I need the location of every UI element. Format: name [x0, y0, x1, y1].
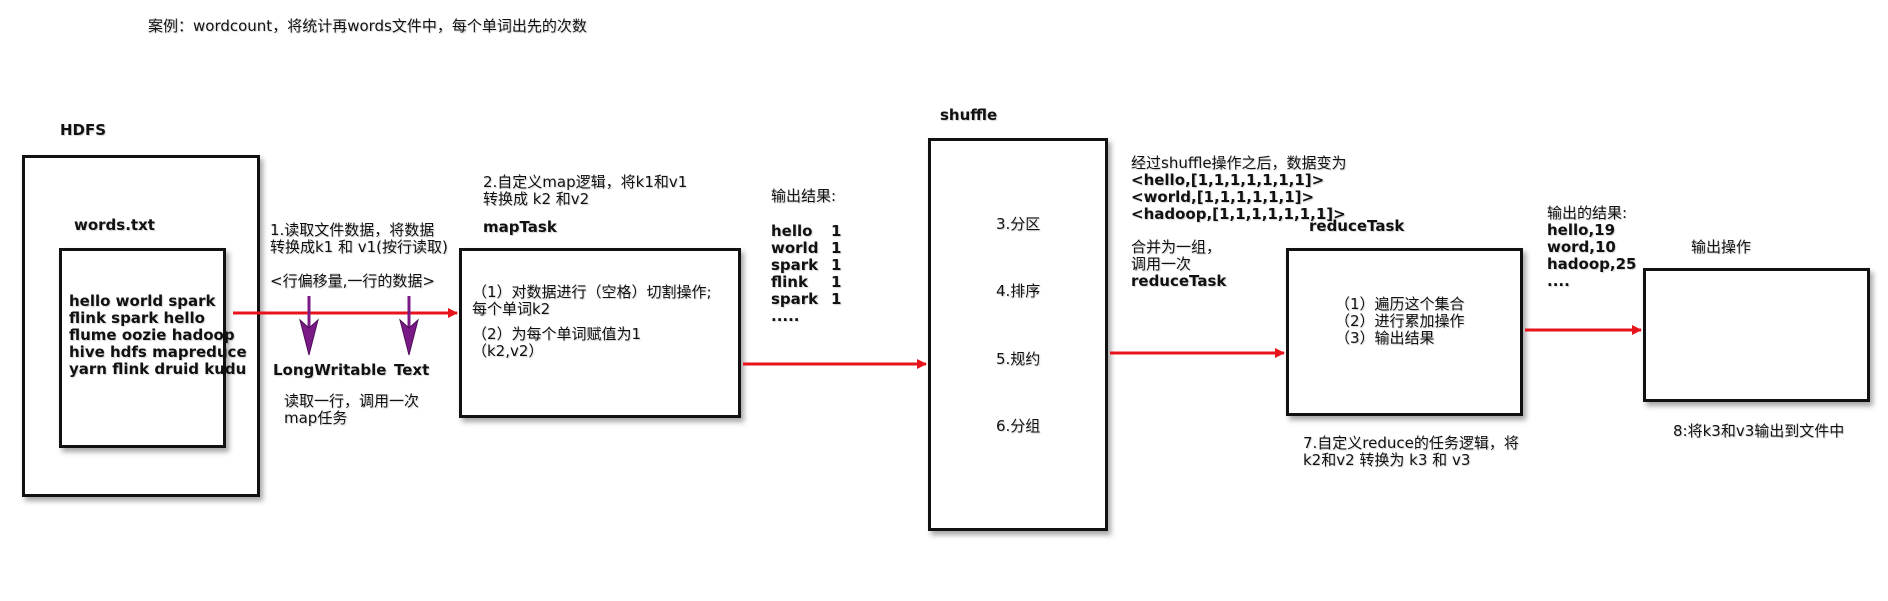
after-shuffle-description: 经过shuffle操作之后，数据变为 <hello,[1,1,1,1,1,1,1… — [1131, 155, 1347, 223]
map-output-count: 1 — [831, 222, 842, 240]
map-output-row: flink 1 — [771, 274, 841, 291]
wordcount-diagram: 案例：wordcount，将统计再words文件中，每个单词出先的次数 HDFS… — [0, 0, 1888, 601]
reduce-output-row: hello,19 — [1547, 221, 1616, 239]
step1-line: 转换成k1 和 v1(按行读取) — [270, 238, 448, 256]
map-output-count: 1 — [831, 239, 842, 257]
reduce-output-row: hadoop,25 — [1547, 255, 1637, 273]
map-output-more: ..... — [771, 307, 800, 325]
step2-line: 2.自定义map逻辑，将k1和v1 — [483, 173, 688, 191]
reducetask-op-line: （3）输出结果 — [1335, 329, 1435, 347]
v1-type-label: Text — [394, 361, 430, 379]
reduce-output: 输出的结果: hello,19 word,10 hadoop,25 .... — [1547, 205, 1636, 290]
merge-line: reduceTask — [1131, 272, 1227, 290]
step1-format: <行偏移量,一行的数据> — [270, 272, 435, 290]
words-line: flink spark hello — [69, 309, 205, 327]
step7-line: k2和v2 转换为 k3 和 v3 — [1303, 451, 1471, 469]
v1-type-arrow — [399, 296, 419, 356]
map-output-word: hello — [771, 222, 813, 240]
step7-line: 7.自定义reduce的任务逻辑，将 — [1303, 434, 1519, 452]
step2-description: 2.自定义map逻辑，将k1和v1 转换成 k2 和v2 — [483, 174, 687, 208]
reduce-output-row: word,10 — [1547, 238, 1616, 256]
merge-line: 调用一次 — [1131, 255, 1192, 273]
words-line: flume oozie hadoop — [69, 326, 235, 344]
step1-note: 读取一行，调用一次 map任务 — [284, 393, 419, 427]
map-output-count: 1 — [831, 290, 842, 308]
reducetask-op-line: （2）进行累加操作 — [1335, 312, 1465, 330]
map-output-word: spark — [771, 290, 819, 308]
reducetask-label: reduceTask — [1309, 217, 1405, 235]
step1-note-line: map任务 — [284, 409, 348, 427]
after-shuffle-line: <world,[1,1,1,1,1,1]> — [1131, 188, 1315, 206]
words-line: hello world spark — [69, 292, 216, 310]
step1-line: 1.读取文件数据，将数据 — [270, 221, 435, 239]
words-line: hive hdfs mapreduce — [69, 343, 247, 361]
map-output-word: world — [771, 239, 819, 257]
shuffle-step-partition: 3.分区 — [996, 215, 1041, 233]
map-output-row: spark 1 — [771, 291, 841, 308]
k1-type-arrow — [299, 296, 319, 356]
shuffle-step-sort: 4.排序 — [996, 282, 1041, 300]
output-op-label: 输出操作 — [1691, 238, 1752, 256]
diagram-title: 案例：wordcount，将统计再words文件中，每个单词出先的次数 — [148, 17, 587, 35]
maptask-op-line: 每个单词k2 — [472, 300, 551, 318]
hdfs-label: HDFS — [60, 121, 107, 139]
after-shuffle-line: <hello,[1,1,1,1,1,1,1]> — [1131, 171, 1325, 189]
step7-description: 7.自定义reduce的任务逻辑，将 k2和v2 转换为 k3 和 v3 — [1303, 435, 1519, 469]
reducetask-op-line: （1）遍历这个集合 — [1335, 295, 1465, 313]
step1-description: 1.读取文件数据，将数据 转换成k1 和 v1(按行读取) — [270, 222, 448, 256]
shuffle-label: shuffle — [940, 106, 998, 124]
map-output-row: world 1 — [771, 240, 841, 257]
shuffle-box — [928, 138, 1108, 531]
map-output-count: 1 — [831, 256, 842, 274]
step2-line: 转换成 k2 和v2 — [483, 190, 590, 208]
reducetask-ops: （1）遍历这个集合 （2）进行累加操作 （3）输出结果 — [1335, 296, 1465, 347]
map-output-list: hello 1 world 1 spark 1 flink 1 spark 1 ..... — [771, 223, 841, 325]
reduce-output-row: .... — [1547, 272, 1570, 290]
step8-description: 8:将k3和v3输出到文件中 — [1673, 422, 1845, 440]
maptask-ops: （1）对数据进行（空格）切割操作; 每个单词k2 （2）为每个单词赋值为1 （k… — [472, 284, 712, 360]
map-output-header: 输出结果: — [771, 187, 837, 205]
map-output-count: 1 — [831, 273, 842, 291]
shuffle-step-group: 6.分组 — [996, 417, 1041, 435]
after-shuffle-line: 经过shuffle操作之后，数据变为 — [1131, 154, 1347, 172]
maptask-label: mapTask — [483, 218, 557, 236]
words-file-label: words.txt — [74, 216, 155, 234]
maptask-op-line: （2）为每个单词赋值为1 — [472, 325, 642, 343]
words-file-content: hello world spark flink spark hello flum… — [69, 293, 247, 378]
step1-note-line: 读取一行，调用一次 — [284, 392, 420, 410]
output-op-box — [1643, 268, 1870, 402]
merge-description: 合并为一组， 调用一次 reduceTask — [1131, 239, 1226, 290]
shuffle-step-combine: 5.规约 — [996, 350, 1041, 368]
maptask-op-line: （1）对数据进行（空格）切割操作; — [472, 283, 712, 301]
maptask-op-line: （k2,v2） — [472, 342, 544, 360]
map-output-word: spark — [771, 256, 819, 274]
map-output-word: flink — [771, 273, 808, 291]
map-output-row: spark 1 — [771, 257, 841, 274]
merge-line: 合并为一组， — [1131, 238, 1222, 256]
reduce-output-header: 输出的结果: — [1547, 204, 1628, 222]
k1-type-label: LongWritable — [273, 361, 387, 379]
map-output-row: hello 1 — [771, 223, 841, 240]
words-line: yarn flink druid kudu — [69, 360, 247, 378]
